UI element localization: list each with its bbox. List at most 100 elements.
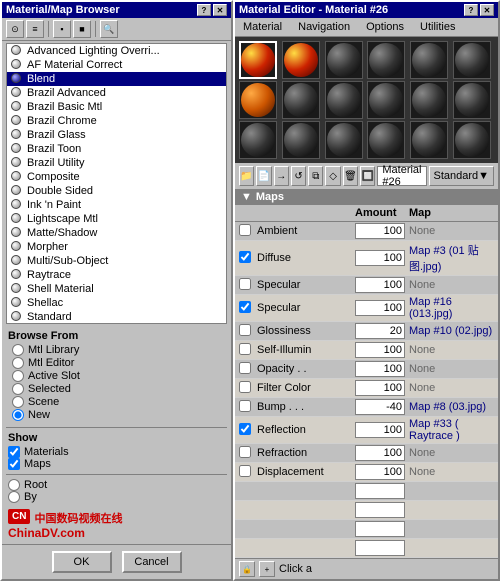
status-add-button[interactable]: + <box>259 561 275 577</box>
map-enabled-checkbox[interactable] <box>239 400 251 412</box>
map-enabled-checkbox[interactable] <box>239 301 251 313</box>
material-item[interactable]: Lightscape Mtl <box>7 212 226 226</box>
material-item[interactable]: Brazil Chrome <box>7 114 226 128</box>
preview-sphere-container[interactable] <box>453 121 491 159</box>
material-item[interactable]: Composite <box>7 170 226 184</box>
preview-sphere-container[interactable] <box>239 121 277 159</box>
map-row-amount[interactable]: 100 <box>355 422 405 438</box>
show-map-button[interactable]: 🔲 <box>360 166 375 186</box>
map-row-amount[interactable] <box>355 521 405 537</box>
map-row-amount[interactable] <box>355 540 405 556</box>
map-enabled-checkbox[interactable] <box>239 343 251 355</box>
map-enabled-checkbox[interactable] <box>239 224 251 236</box>
material-item[interactable]: Multi/Sub-Object <box>7 254 226 268</box>
material-item[interactable]: Brazil Advanced <box>7 86 226 100</box>
map-row-amount[interactable]: -40 <box>355 399 405 415</box>
map-row-amount[interactable] <box>355 502 405 518</box>
material-item[interactable]: Shell Material <box>7 282 226 296</box>
root-radio[interactable] <box>8 479 20 491</box>
material-list[interactable]: Advanced Lighting Overri...AF Material C… <box>6 43 227 324</box>
preview-sphere-container[interactable] <box>325 121 363 159</box>
material-item[interactable]: Morpher <box>7 240 226 254</box>
map-enabled-checkbox[interactable] <box>239 251 251 263</box>
delete-button[interactable]: 🗑 <box>343 166 358 186</box>
material-item[interactable]: Blend <box>7 72 226 86</box>
filter-button[interactable]: 🔍 <box>100 20 118 38</box>
preview-sphere-container[interactable] <box>282 81 320 119</box>
copy-button[interactable]: ⧉ <box>308 166 323 186</box>
reset-button[interactable]: ↺ <box>291 166 306 186</box>
preview-sphere-container[interactable] <box>239 81 277 119</box>
map-row-amount[interactable]: 100 <box>355 445 405 461</box>
small-icon-button[interactable]: ▪ <box>53 20 71 38</box>
get-material-button[interactable]: 📁 <box>239 166 254 186</box>
preview-sphere-container[interactable] <box>453 81 491 119</box>
preview-sphere-container[interactable] <box>367 41 405 79</box>
menu-item[interactable]: Utilities <box>416 20 459 34</box>
browse-from-radio[interactable] <box>12 383 24 395</box>
status-lock-button[interactable]: 🔒 <box>239 561 255 577</box>
left-help-button[interactable]: ? <box>197 4 211 16</box>
map-row-name[interactable]: Map #10 (02.jpg) <box>405 325 494 337</box>
browse-from-radio[interactable] <box>12 357 24 369</box>
map-row-amount[interactable]: 100 <box>355 380 405 396</box>
browse-from-radio[interactable] <box>12 409 24 421</box>
material-item[interactable]: Brazil Toon <box>7 142 226 156</box>
map-row-amount[interactable] <box>355 483 405 499</box>
map-row-amount[interactable]: 100 <box>355 300 405 316</box>
menu-item[interactable]: Options <box>362 20 408 34</box>
material-item[interactable]: Ink 'n Paint <box>7 198 226 212</box>
map-enabled-checkbox[interactable] <box>239 362 251 374</box>
right-close-button[interactable]: ✕ <box>480 4 494 16</box>
material-item[interactable]: Double Sided <box>7 184 226 198</box>
assign-button[interactable]: → <box>274 166 289 186</box>
material-item[interactable]: Standard <box>7 310 226 324</box>
map-enabled-checkbox[interactable] <box>239 381 251 393</box>
map-row-amount[interactable]: 20 <box>355 323 405 339</box>
map-row-name[interactable]: Map #16 (013.jpg) <box>405 296 494 320</box>
preview-sphere-container[interactable] <box>410 121 448 159</box>
material-item[interactable]: Advanced Lighting Overri... <box>7 44 226 58</box>
browse-from-radio[interactable] <box>12 396 24 408</box>
browse-from-radio[interactable] <box>12 370 24 382</box>
by-radio[interactable] <box>8 491 20 503</box>
map-row-name[interactable]: Map #3 (01 贴图.jpg) <box>405 242 494 274</box>
material-item[interactable]: Brazil Glass <box>7 128 226 142</box>
map-row-amount[interactable]: 100 <box>355 464 405 480</box>
material-item[interactable]: Matte/Shadow <box>7 226 226 240</box>
cancel-button[interactable]: Cancel <box>122 551 182 573</box>
map-row-amount[interactable]: 100 <box>355 223 405 239</box>
large-icon-button[interactable]: ■ <box>73 20 91 38</box>
sphere-view-button[interactable]: ⊙ <box>6 20 24 38</box>
preview-sphere-container[interactable] <box>325 41 363 79</box>
browse-from-radio[interactable] <box>12 344 24 356</box>
map-row-amount[interactable]: 100 <box>355 361 405 377</box>
material-item[interactable]: AF Material Correct <box>7 58 226 72</box>
preview-sphere-container[interactable] <box>325 81 363 119</box>
preview-sphere-container[interactable] <box>282 41 320 79</box>
ok-button[interactable]: OK <box>52 551 112 573</box>
left-close-button[interactable]: ✕ <box>213 4 227 16</box>
preview-sphere-container[interactable] <box>410 41 448 79</box>
map-enabled-checkbox[interactable] <box>239 465 251 477</box>
put-material-button[interactable]: 📄 <box>256 166 271 186</box>
map-row-amount[interactable]: 100 <box>355 250 405 266</box>
show-checkbox[interactable] <box>8 446 20 458</box>
map-enabled-checkbox[interactable] <box>239 423 251 435</box>
preview-sphere-container[interactable] <box>367 81 405 119</box>
menu-item[interactable]: Material <box>239 20 286 34</box>
map-row-name[interactable]: Map #33 ( Raytrace ) <box>405 418 494 442</box>
material-item[interactable]: Shellac <box>7 296 226 310</box>
material-item[interactable]: Brazil Basic Mtl <box>7 100 226 114</box>
material-item[interactable]: Raytrace <box>7 268 226 282</box>
menu-item[interactable]: Navigation <box>294 20 354 34</box>
map-enabled-checkbox[interactable] <box>239 324 251 336</box>
preview-sphere-container[interactable] <box>367 121 405 159</box>
map-enabled-checkbox[interactable] <box>239 278 251 290</box>
preview-sphere-container[interactable] <box>282 121 320 159</box>
map-row-name[interactable]: Map #8 (03.jpg) <box>405 401 494 413</box>
preview-sphere-container[interactable] <box>410 81 448 119</box>
preview-sphere-container[interactable] <box>453 41 491 79</box>
map-row-amount[interactable]: 100 <box>355 277 405 293</box>
show-checkbox[interactable] <box>8 458 20 470</box>
